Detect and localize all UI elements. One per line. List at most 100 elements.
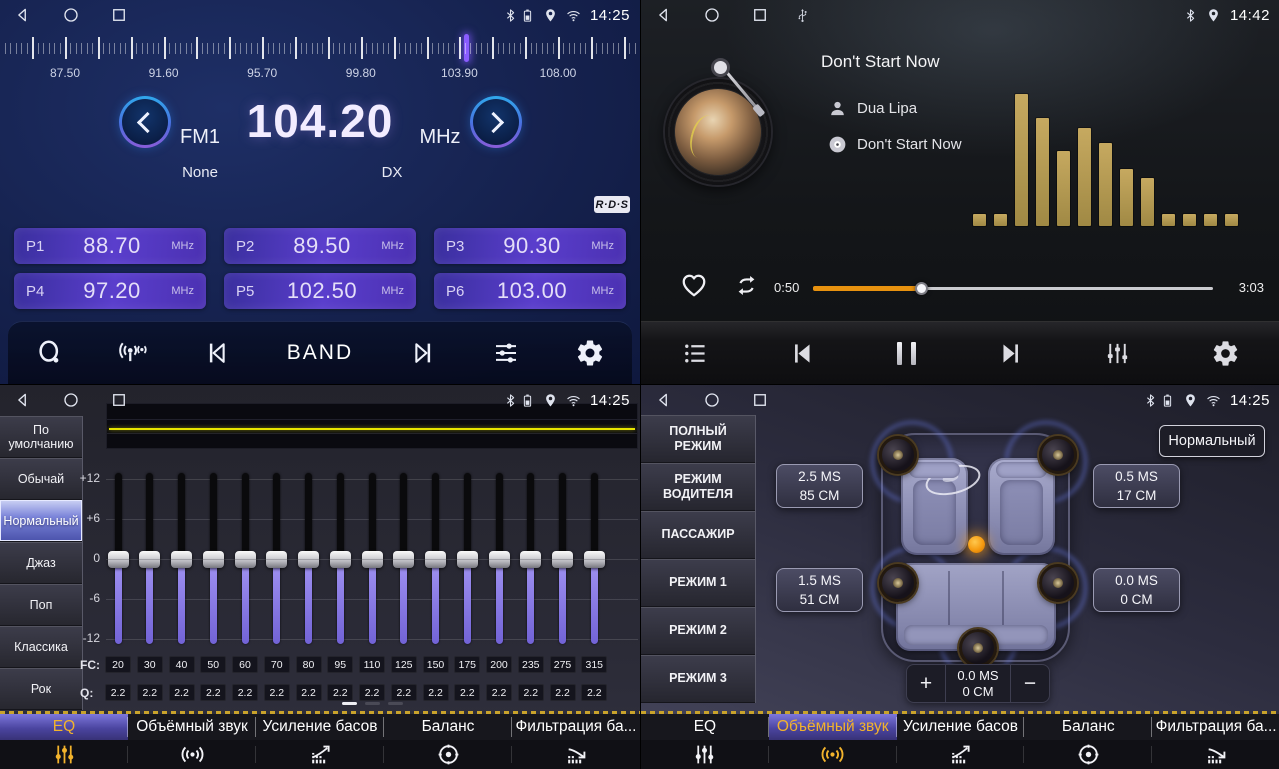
decrease-delay-button[interactable]: −: [1011, 665, 1049, 702]
q-value-12[interactable]: 2.2: [486, 684, 512, 701]
q-value-8[interactable]: 2.2: [359, 684, 385, 701]
q-value-6[interactable]: 2.2: [296, 684, 322, 701]
tab-icon-balance[interactable]: [1024, 740, 1152, 769]
fc-value-30[interactable]: 30: [137, 656, 163, 673]
eq-preset-6[interactable]: Рок: [0, 668, 82, 710]
home-button[interactable]: [62, 6, 80, 24]
recents-button[interactable]: [751, 391, 769, 409]
frequency-ruler[interactable]: [0, 32, 640, 64]
front-left-delay-button[interactable]: 2.5 MS 85 CM: [776, 464, 863, 508]
q-value-14[interactable]: 2.2: [550, 684, 576, 701]
eq-slider-thumb[interactable]: [266, 551, 287, 568]
tab-icon-surround[interactable]: [128, 740, 256, 769]
rear-left-delay-button[interactable]: 1.5 MS 51 CM: [776, 568, 863, 612]
eq-slider-thumb[interactable]: [552, 551, 573, 568]
tab-filter[interactable]: Фильтрация ба...: [512, 714, 640, 740]
tab-icon-balance[interactable]: [384, 740, 512, 769]
home-button[interactable]: [62, 391, 80, 409]
progress-bar[interactable]: [813, 287, 1213, 290]
fc-value-275[interactable]: 275: [550, 656, 576, 673]
scan-search-icon[interactable]: [35, 338, 65, 368]
eq-slider-thumb[interactable]: [489, 551, 510, 568]
soundstage-preset-chip[interactable]: Нормальный: [1159, 425, 1265, 457]
eq-band-slider-315[interactable]: [591, 473, 598, 644]
tab-icon-eq[interactable]: [0, 740, 128, 769]
tab-icon-bass[interactable]: [897, 740, 1025, 769]
recents-button[interactable]: [110, 391, 128, 409]
tab-balance[interactable]: Баланс: [384, 714, 512, 740]
eq-slider-thumb[interactable]: [393, 551, 414, 568]
recents-button[interactable]: [751, 6, 769, 24]
mode-button-1[interactable]: РЕЖИМ ВОДИТЕЛЯ: [641, 463, 755, 511]
eq-band-slider-200[interactable]: [496, 473, 503, 644]
repeat-icon[interactable]: [733, 272, 760, 299]
increase-delay-button[interactable]: +: [907, 665, 945, 702]
fc-value-70[interactable]: 70: [264, 656, 290, 673]
q-value-11[interactable]: 2.2: [454, 684, 480, 701]
tab-eq[interactable]: EQ: [641, 714, 769, 740]
fc-value-150[interactable]: 150: [423, 656, 449, 673]
eq-band-slider-20[interactable]: [115, 473, 122, 644]
q-value-2[interactable]: 2.2: [169, 684, 195, 701]
fc-value-235[interactable]: 235: [518, 656, 544, 673]
next-track-icon[interactable]: [995, 339, 1024, 368]
tab-eq[interactable]: EQ: [0, 714, 128, 740]
tab-filter[interactable]: Фильтрация ба...: [1152, 714, 1279, 740]
fc-value-315[interactable]: 315: [581, 656, 607, 673]
eq-band-slider-40[interactable]: [178, 473, 185, 644]
fc-value-110[interactable]: 110: [359, 656, 385, 673]
preset-button-p5[interactable]: P5102.50MHz: [224, 273, 416, 309]
eq-band-slider-110[interactable]: [369, 473, 376, 644]
eq-slider-thumb[interactable]: [584, 551, 605, 568]
mode-button-0[interactable]: ПОЛНЫЙ РЕЖИМ: [641, 415, 755, 463]
eq-slider-thumb[interactable]: [139, 551, 160, 568]
tab-balance[interactable]: Баланс: [1024, 714, 1152, 740]
listening-position-dot[interactable]: [968, 536, 985, 553]
previous-station-icon[interactable]: [203, 338, 233, 368]
q-value-13[interactable]: 2.2: [518, 684, 544, 701]
eq-slider-thumb[interactable]: [298, 551, 319, 568]
previous-track-icon[interactable]: [789, 339, 818, 368]
preset-button-p4[interactable]: P497.20MHz: [14, 273, 206, 309]
mode-button-2[interactable]: ПАССАЖИР: [641, 511, 755, 559]
preset-button-p3[interactable]: P390.30MHz: [434, 228, 626, 264]
back-button[interactable]: [14, 391, 32, 409]
eq-band-slider-60[interactable]: [242, 473, 249, 644]
tab-icon-filter[interactable]: [512, 740, 640, 769]
album-art[interactable]: [665, 79, 771, 185]
fc-value-50[interactable]: 50: [200, 656, 226, 673]
eq-slider-thumb[interactable]: [362, 551, 383, 568]
playlist-icon[interactable]: [681, 339, 710, 368]
mode-button-3[interactable]: РЕЖИМ 1: [641, 559, 755, 607]
fc-value-200[interactable]: 200: [486, 656, 512, 673]
preset-button-p2[interactable]: P289.50MHz: [224, 228, 416, 264]
mode-button-4[interactable]: РЕЖИМ 2: [641, 607, 755, 655]
q-value-1[interactable]: 2.2: [137, 684, 163, 701]
fc-value-80[interactable]: 80: [296, 656, 322, 673]
recents-button[interactable]: [110, 6, 128, 24]
equalizer-icon[interactable]: [491, 338, 521, 368]
eq-band-slider-125[interactable]: [400, 473, 407, 644]
mode-button-5[interactable]: РЕЖИМ 3: [641, 655, 755, 703]
band-button[interactable]: BAND: [287, 341, 353, 365]
equalizer-icon[interactable]: [1103, 339, 1132, 368]
q-value-10[interactable]: 2.2: [423, 684, 449, 701]
tab-icon-filter[interactable]: [1152, 740, 1279, 769]
tab-icon-eq[interactable]: [641, 740, 769, 769]
eq-band-slider-150[interactable]: [432, 473, 439, 644]
fc-value-40[interactable]: 40: [169, 656, 195, 673]
settings-gear-icon[interactable]: [1211, 339, 1240, 368]
q-value-5[interactable]: 2.2: [264, 684, 290, 701]
eq-band-slider-175[interactable]: [464, 473, 471, 644]
q-value-15[interactable]: 2.2: [581, 684, 607, 701]
eq-band-slider-235[interactable]: [527, 473, 534, 644]
tab-icon-surround[interactable]: [769, 740, 897, 769]
fc-value-60[interactable]: 60: [232, 656, 258, 673]
preset-button-p1[interactable]: P188.70MHz: [14, 228, 206, 264]
eq-slider-thumb[interactable]: [457, 551, 478, 568]
eq-slider-thumb[interactable]: [203, 551, 224, 568]
tab-surround[interactable]: Объёмный звук: [128, 714, 256, 740]
q-value-4[interactable]: 2.2: [232, 684, 258, 701]
fc-value-95[interactable]: 95: [327, 656, 353, 673]
seek-up-button[interactable]: [470, 96, 522, 148]
